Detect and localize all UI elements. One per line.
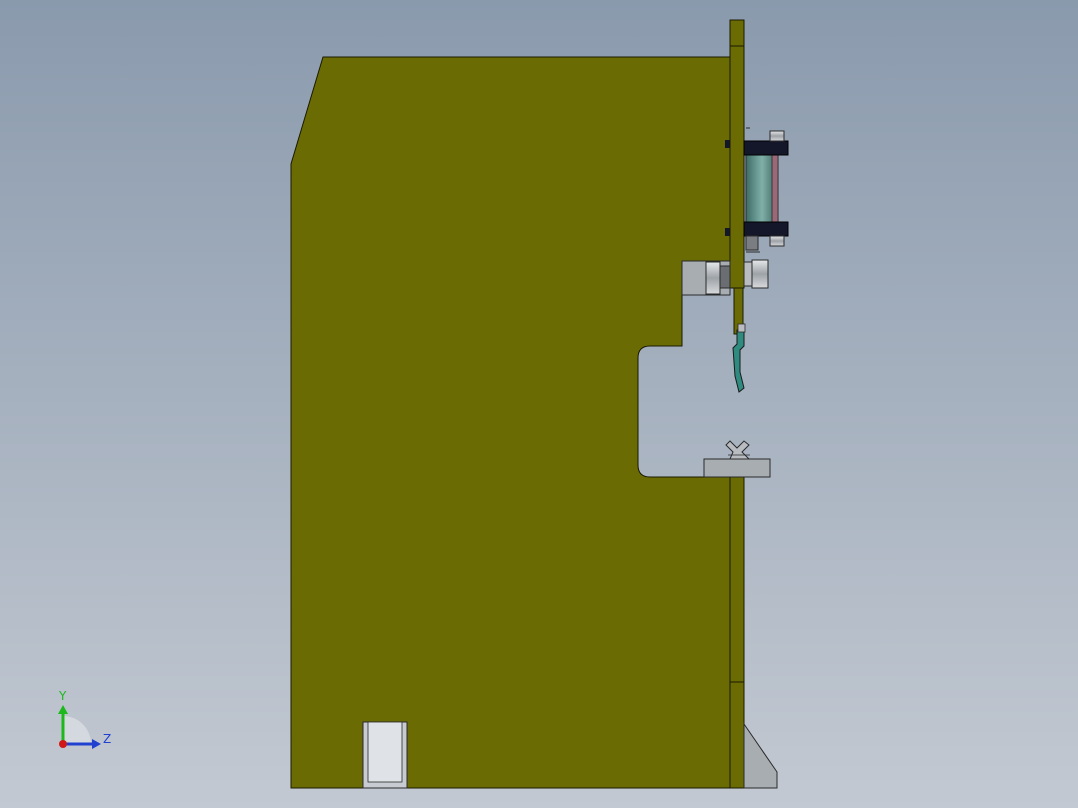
x-axis-origin xyxy=(59,740,67,748)
cad-viewport[interactable]: Y Z xyxy=(0,0,1078,808)
cylinder-bottom-bracket xyxy=(743,221,789,237)
cylinder-top-bracket xyxy=(743,140,789,156)
base-channel xyxy=(362,721,408,789)
y-axis-label: Y xyxy=(58,689,67,703)
z-axis-label: Z xyxy=(103,732,111,746)
ram-plate[interactable] xyxy=(729,19,745,289)
lower-die-holder[interactable] xyxy=(703,458,771,478)
lower-front-plate[interactable] xyxy=(729,476,745,789)
